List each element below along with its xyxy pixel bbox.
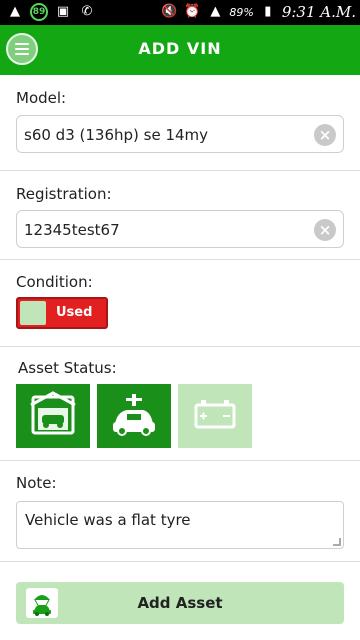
registration-label: Registration: <box>16 185 112 203</box>
registration-section: Registration: 12345test67 × <box>0 171 360 260</box>
status-bar-right: 🔇 ⏰ ▲ 89% ▮ 9:31 A.M. <box>160 3 356 21</box>
status-garage-button[interactable] <box>16 384 90 448</box>
clock: 9:31 A.M. <box>281 3 356 21</box>
status-bar-left: ▲ 89 ▣ ✆ <box>6 3 96 21</box>
status-battery-button[interactable] <box>178 384 252 448</box>
car-charging-icon <box>97 384 171 448</box>
battery-percent: 89% <box>229 5 254 19</box>
mute-icon: 🔇 <box>161 4 178 19</box>
battery-icon: ▮ <box>264 4 272 19</box>
whatsapp-icon: ✆ <box>81 4 93 19</box>
condition-label: Condition: <box>16 273 93 291</box>
signal-icon: ▲ <box>10 4 20 19</box>
battery-icon <box>178 384 252 448</box>
page-title: ADD VIN <box>138 39 222 58</box>
note-value: Vehicle was a flat tyre <box>25 511 191 529</box>
garage-car-icon <box>16 384 90 448</box>
status-bar: ▲ 89 ▣ ✆ 🔇 ⏰ ▲ 89% ▮ 9:31 A.M. <box>0 0 360 25</box>
condition-toggle[interactable]: Used <box>16 297 108 329</box>
app-bar: ADD VIN <box>0 25 360 75</box>
note-textarea[interactable]: Vehicle was a flat tyre <box>16 501 344 549</box>
asset-status-label: Asset Status: <box>18 359 117 377</box>
clear-icon[interactable]: × <box>314 219 336 241</box>
model-section: Model: s60 d3 (136hp) se 14my × <box>0 75 360 171</box>
toggle-knob[interactable] <box>20 301 46 325</box>
registration-field[interactable]: 12345test67 × <box>16 210 344 248</box>
add-asset-label: Add Asset <box>137 594 223 612</box>
notification-badge: 89 <box>30 3 48 21</box>
model-label: Model: <box>16 89 67 107</box>
status-charging-button[interactable] <box>97 384 171 448</box>
alarm-icon: ⏰ <box>184 4 201 19</box>
clear-icon[interactable]: × <box>314 124 336 146</box>
toggle-text: Used <box>56 305 93 320</box>
model-field[interactable]: s60 d3 (136hp) se 14my × <box>16 115 344 153</box>
note-label: Note: <box>16 474 57 492</box>
registration-value: 12345test67 <box>24 221 120 239</box>
image-icon: ▣ <box>56 4 70 19</box>
network-icon: ▲ <box>210 4 221 19</box>
model-value: s60 d3 (136hp) se 14my <box>24 126 209 144</box>
add-asset-button[interactable]: Add Asset <box>16 582 344 624</box>
resize-grip-icon[interactable] <box>333 538 341 546</box>
